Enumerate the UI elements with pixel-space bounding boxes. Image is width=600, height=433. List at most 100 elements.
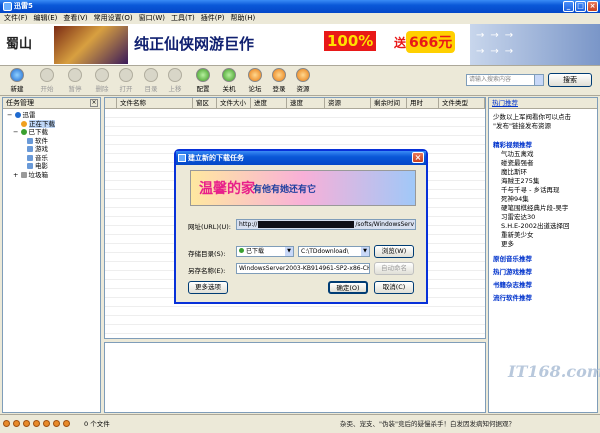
table-row[interactable] xyxy=(105,316,485,325)
column-elapsed[interactable]: 用时 xyxy=(407,98,439,108)
url-field[interactable]: http:///softs/WindowsServ xyxy=(236,219,416,230)
table-row[interactable] xyxy=(105,127,485,136)
open-icon xyxy=(119,68,133,82)
dialog-ad-banner[interactable]: 温馨的家 有他有她还有它 xyxy=(190,170,416,206)
status-icon-7[interactable] xyxy=(63,420,70,427)
tree-item-software[interactable]: 软件 xyxy=(3,137,100,146)
column-remaining[interactable]: 剩余时间 xyxy=(371,98,407,108)
ok-button[interactable]: 确定(O) xyxy=(328,281,368,294)
menu-view[interactable]: 查看(V) xyxy=(63,13,87,24)
new-button[interactable]: 新建 xyxy=(6,68,28,93)
recommend-header[interactable]: 热门推荐 xyxy=(489,98,597,109)
status-icon-2[interactable] xyxy=(13,420,20,427)
tree-item-thunder[interactable]: − 迅雷 xyxy=(3,111,100,120)
column-type[interactable]: 文件类型 xyxy=(439,98,485,108)
list-item[interactable]: 千与千寻 - 乡话再现 xyxy=(489,186,597,195)
list-item[interactable]: 魔比斯环 xyxy=(489,168,597,177)
menu-window[interactable]: 窗口(W) xyxy=(139,13,165,24)
status-icon-1[interactable] xyxy=(3,420,10,427)
menu-settings[interactable]: 常用设置(O) xyxy=(94,13,133,24)
search-dropdown-icon[interactable] xyxy=(534,74,544,86)
login-icon xyxy=(272,68,286,82)
task-manager-pane: 任务管理 × − 迅雷 正在下载 − 已下载 软件 游戏 音乐 电影 + 垃圾箱 xyxy=(2,97,101,413)
tree-item-movies[interactable]: 电影 xyxy=(3,162,100,171)
dialog-close-button[interactable]: × xyxy=(412,152,424,163)
column-size[interactable]: 文件大小 xyxy=(217,98,251,108)
list-item[interactable]: 硬笔围棋经典片段-吴宇 xyxy=(489,204,597,213)
column-sources[interactable]: 资源 xyxy=(325,98,371,108)
task-detail-pane[interactable] xyxy=(104,342,486,413)
status-icon-5[interactable] xyxy=(43,420,50,427)
column-window[interactable]: 窗区 xyxy=(193,98,217,108)
maximize-button[interactable]: □ xyxy=(575,1,586,12)
tree-item-downloaded[interactable]: − 已下载 xyxy=(3,128,100,137)
table-row[interactable] xyxy=(105,136,485,145)
menu-plugins[interactable]: 插件(P) xyxy=(201,13,225,24)
search-input[interactable]: 请输入搜索内容 xyxy=(466,74,544,86)
list-item[interactable]: 死神94集 xyxy=(489,195,597,204)
list-item[interactable]: 习雷宏达30 xyxy=(489,213,597,222)
section-books[interactable]: 书籍杂志推荐 xyxy=(489,281,597,290)
section-games[interactable]: 热门游戏推荐 xyxy=(489,268,597,277)
list-item[interactable]: S.H.E-2002出道选择回 xyxy=(489,222,597,231)
cancel-button[interactable]: 取消(C) xyxy=(374,281,414,294)
list-item[interactable]: 碰瓷最强者 xyxy=(489,159,597,168)
search-button[interactable]: 搜索 xyxy=(548,73,592,87)
banner-yuan: 666元 xyxy=(406,31,456,53)
login-button[interactable]: 登录 xyxy=(268,68,290,93)
directory-label: 存储目录(S): xyxy=(188,250,226,258)
menu-help[interactable]: 帮助(H) xyxy=(230,13,255,24)
table-row[interactable] xyxy=(105,109,485,118)
more-options-button[interactable]: 更多选项 xyxy=(188,281,228,294)
pause-icon xyxy=(68,68,82,82)
forum-button[interactable]: 论坛 xyxy=(244,68,266,93)
more-link[interactable]: 更多 xyxy=(489,240,597,249)
section-video[interactable]: 精彩视频推荐 xyxy=(489,141,597,150)
open-button[interactable]: 打开 xyxy=(115,68,137,93)
banner-logo: 蜀山 xyxy=(6,37,33,52)
menu-file[interactable]: 文件(F) xyxy=(4,13,28,24)
column-progress[interactable]: 进度 xyxy=(251,98,287,108)
column-speed[interactable]: 速度 xyxy=(287,98,325,108)
section-software[interactable]: 流行软件推荐 xyxy=(489,294,597,303)
status-icon-4[interactable] xyxy=(33,420,40,427)
folder-icon xyxy=(144,68,158,82)
saveas-field[interactable]: WindowsServer2003-KB914961-SP2-x86-CH xyxy=(236,263,370,274)
tree-item-trash[interactable]: + 垃圾箱 xyxy=(3,171,100,180)
move-up-button[interactable]: 上移 xyxy=(164,68,186,93)
category-select[interactable]: 已下载 ▼ xyxy=(236,246,294,257)
menu-tools[interactable]: 工具(T) xyxy=(171,13,195,24)
ad-banner[interactable]: 蜀山 纯正仙侠网游巨作 100% 送 666元 →→→ →→→ xyxy=(0,24,600,66)
directory-select[interactable]: C:\TDdownload\ ▼ xyxy=(298,246,370,257)
table-row[interactable] xyxy=(105,307,485,316)
news-ticker[interactable]: 杂奀、宠支、"伪装"竞后的疑慢杀手！白发因发病知何据观？ xyxy=(340,415,515,433)
list-item[interactable]: 重新美少女 xyxy=(489,231,597,240)
column-filename[interactable]: 文件名称 xyxy=(117,98,193,108)
menu-edit[interactable]: 编辑(E) xyxy=(34,13,58,24)
start-button[interactable]: 开始 xyxy=(36,68,58,93)
banner-gift: 送 xyxy=(394,36,407,50)
close-button[interactable]: × xyxy=(587,1,598,12)
table-row[interactable] xyxy=(105,325,485,334)
shutdown-button[interactable]: 关机 xyxy=(218,68,240,93)
tree-item-music[interactable]: 音乐 xyxy=(3,154,100,163)
browse-button[interactable]: 浏览(W) xyxy=(374,245,414,258)
resource-button[interactable]: 资源 xyxy=(292,68,314,93)
task-manager-header: 任务管理 × xyxy=(3,98,100,109)
tree-item-games[interactable]: 游戏 xyxy=(3,145,100,154)
status-icon-3[interactable] xyxy=(23,420,30,427)
list-item[interactable]: 气功五禽戏 xyxy=(489,150,597,159)
delete-button[interactable]: 删除 xyxy=(91,68,113,93)
section-music[interactable]: 原创音乐推荐 xyxy=(489,255,597,264)
close-pane-icon[interactable]: × xyxy=(90,99,98,107)
column-check[interactable] xyxy=(105,98,117,108)
auto-rename-button[interactable]: 自动命名 xyxy=(374,262,414,275)
pause-button[interactable]: 暂停 xyxy=(64,68,86,93)
tree-item-downloading[interactable]: 正在下载 xyxy=(3,119,100,129)
table-row[interactable] xyxy=(105,118,485,127)
status-icon-6[interactable] xyxy=(53,420,60,427)
minimize-button[interactable]: _ xyxy=(563,1,574,12)
folder-button[interactable]: 目录 xyxy=(140,68,162,93)
list-item[interactable]: 海贼王275集 xyxy=(489,177,597,186)
config-button[interactable]: 配置 xyxy=(192,68,214,93)
